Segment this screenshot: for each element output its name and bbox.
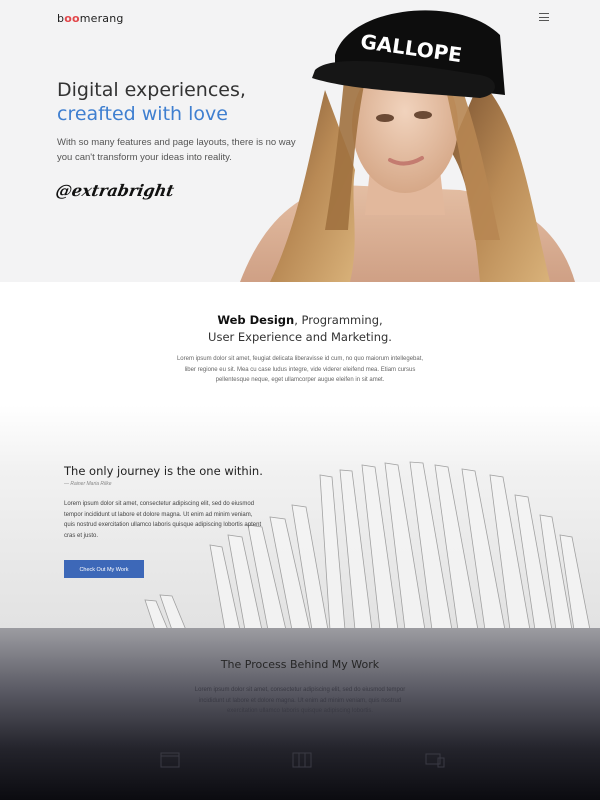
hero-section: boomerang GALLOPE Digital experiences, c…	[0, 0, 600, 282]
browser-window-icon	[160, 752, 180, 768]
services-heading-line2: User Experience and Marketing.	[208, 330, 392, 344]
hero-title-line2: creafted with love	[57, 103, 228, 125]
hero-title-line1: Digital experiences,	[57, 79, 246, 101]
check-out-my-work-button[interactable]: Check Out My Work	[64, 560, 144, 578]
quote-author: — Rainer Maria Rilke	[64, 481, 112, 487]
services-heading-bold: Web Design	[217, 313, 295, 327]
quote-section: The only journey is the one within. — Ra…	[0, 405, 600, 630]
logo[interactable]: boomerang	[57, 12, 124, 25]
hero-lead: With so many features and page layouts, …	[57, 137, 296, 163]
signature: @extrabright	[54, 181, 176, 200]
process-section: The Process Behind My Work Lorem ipsum d…	[0, 628, 600, 800]
logo-accent: oo	[64, 12, 80, 25]
process-body: Lorem ipsum dolor sit amet, consectetur …	[194, 687, 406, 714]
services-section: Web Design, Programming, User Experience …	[0, 282, 600, 422]
quote-title: The only journey is the one within.	[64, 464, 263, 478]
hero-title: Digital experiences, creafted with love	[57, 78, 246, 126]
services-body: Lorem ipsum dolor sit amet, feugiat deli…	[176, 356, 424, 383]
quote-body: Lorem ipsum dolor sit amet, consectetur …	[64, 501, 262, 539]
columns-layout-icon	[292, 752, 312, 768]
process-title: The Process Behind My Work	[220, 658, 380, 671]
logo-text-end: merang	[79, 12, 124, 25]
services-heading: Web Design, Programming, User Experience …	[0, 312, 600, 346]
services-heading-rest: , Programming,	[294, 313, 383, 327]
devices-icon	[425, 753, 445, 768]
